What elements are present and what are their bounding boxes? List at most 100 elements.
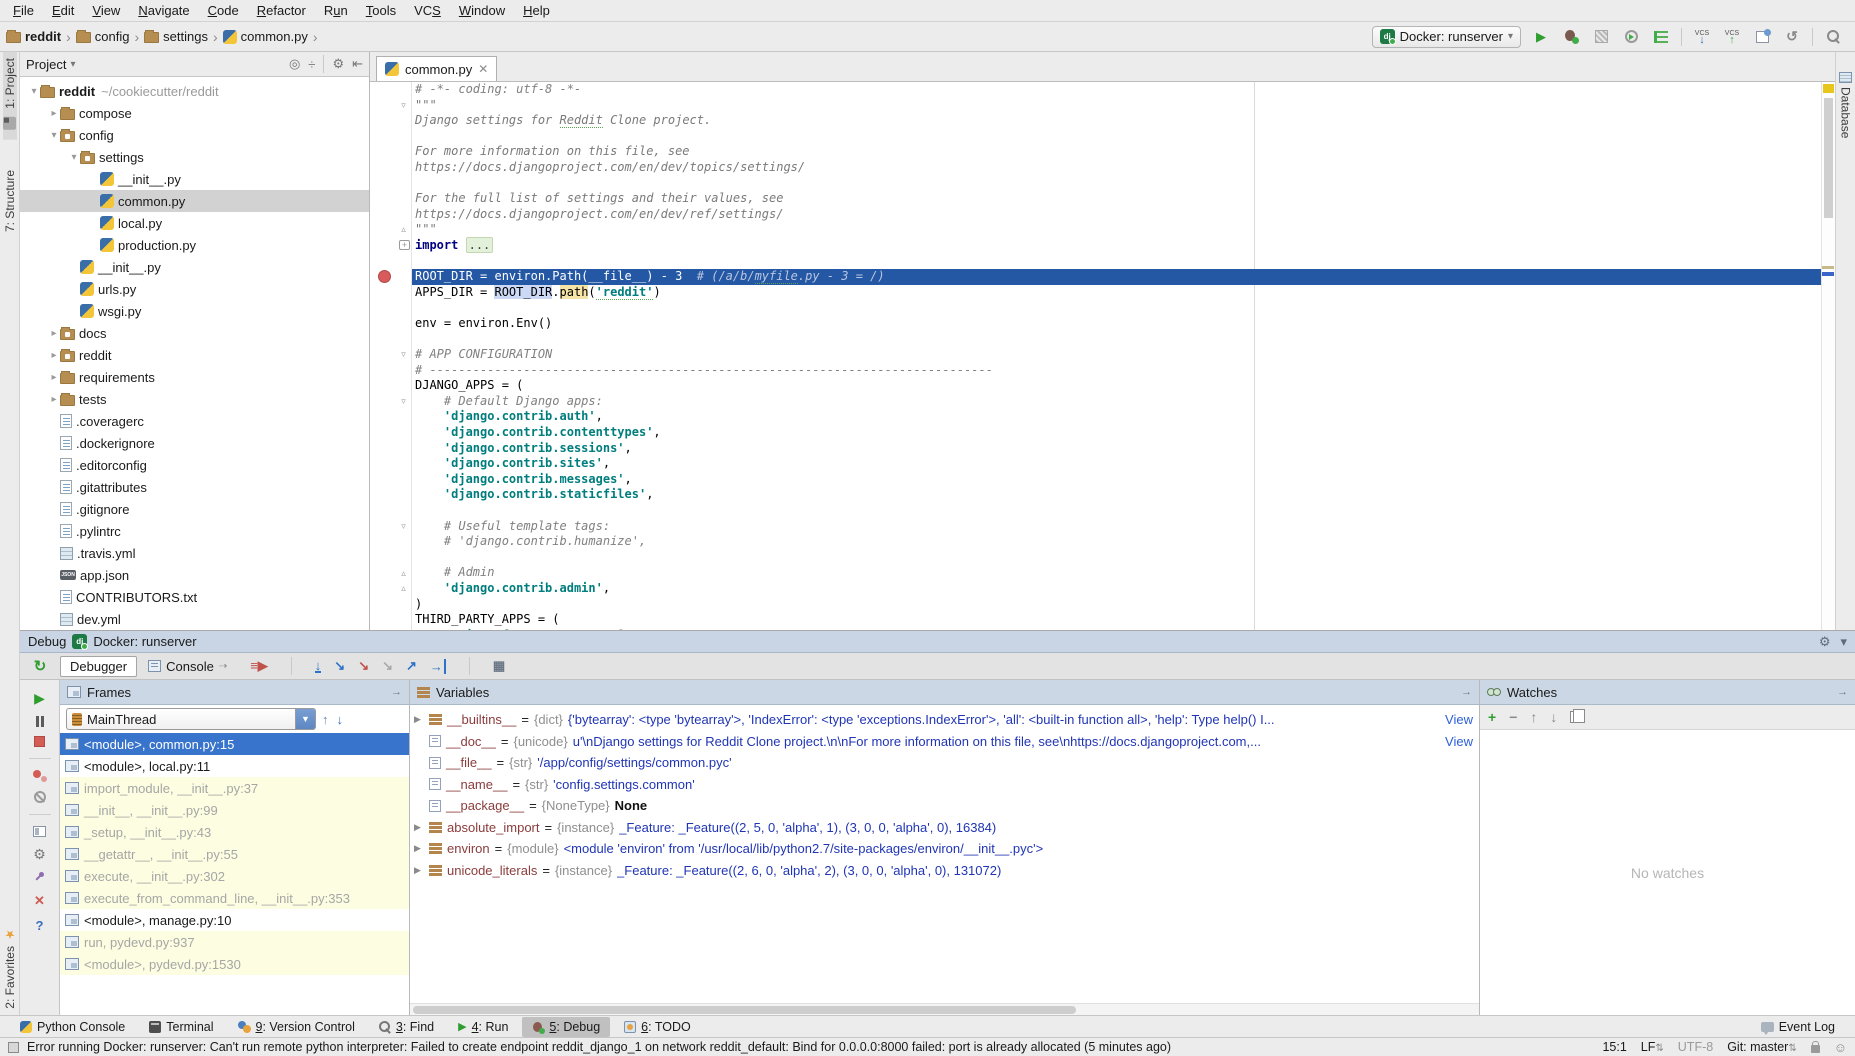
rerun-button[interactable]: ↻	[20, 657, 60, 675]
hide-panel-icon[interactable]: ⇤	[352, 56, 363, 72]
code-editor[interactable]: # -*- coding: utf-8 -*-"""Django setting…	[370, 82, 1835, 630]
tree-item-__init__-py[interactable]: __init__.py	[20, 168, 369, 190]
frame-row[interactable]: <module>, local.py:11	[60, 755, 409, 777]
view-link[interactable]: View	[1437, 712, 1473, 727]
menu-item-window[interactable]: Window	[450, 0, 514, 22]
tree-item-production-py[interactable]: production.py	[20, 234, 369, 256]
frame-row[interactable]: <module>, pydevd.py:1530	[60, 953, 409, 975]
tree-item-CONTRIBUTORS-txt[interactable]: CONTRIBUTORS.txt	[20, 586, 369, 608]
caret-position[interactable]: 15:1	[1602, 1040, 1626, 1054]
locate-file-icon[interactable]: ◎	[289, 56, 300, 72]
show-execution-point-icon[interactable]: ≡▶	[250, 658, 268, 674]
view-link[interactable]: View	[1437, 734, 1473, 749]
stripe-mark[interactable]	[1822, 266, 1834, 269]
view-breakpoints-button[interactable]	[33, 770, 47, 782]
sidebar-item-structure[interactable]: 7: Structure	[3, 164, 17, 238]
tree-item-requirements[interactable]: ▸requirements	[20, 366, 369, 388]
tree-item--pylintrc[interactable]: .pylintrc	[20, 520, 369, 542]
tab-4-run[interactable]: ▶4: Run	[448, 1017, 518, 1037]
variable-row[interactable]: __name__ = {str} 'config.settings.common…	[410, 774, 1479, 796]
inspector-icon[interactable]: ☺	[1834, 1040, 1847, 1055]
chevron-down-icon[interactable]: ▾	[28, 86, 40, 97]
tree-item-__init__-py[interactable]: __init__.py	[20, 256, 369, 278]
move-watch-up-button[interactable]: ↑	[1530, 709, 1537, 725]
analysis-status-icon[interactable]	[1823, 84, 1834, 93]
menu-item-code[interactable]: Code	[199, 0, 248, 22]
frame-row[interactable]: run, pydevd.py:937	[60, 931, 409, 953]
step-into-my-code-icon[interactable]: ↘	[358, 658, 369, 674]
sidebar-item-favorites[interactable]: 2: Favorites ★	[3, 922, 17, 1015]
menu-item-navigate[interactable]: Navigate	[129, 0, 198, 22]
line-ending-selector[interactable]: LF⇅	[1641, 1040, 1664, 1054]
breadcrumb-item-config[interactable]: config	[76, 29, 130, 44]
profiler-button[interactable]	[1621, 27, 1641, 47]
tree-item-common-py[interactable]: common.py	[20, 190, 369, 212]
tree-item-reddit[interactable]: ▸reddit	[20, 344, 369, 366]
remove-watch-button[interactable]: −	[1509, 709, 1517, 725]
run-to-cursor-icon[interactable]: →	[430, 659, 446, 674]
stop-button[interactable]	[34, 736, 45, 747]
tree-item--dockerignore[interactable]: .dockerignore	[20, 432, 369, 454]
menu-item-edit[interactable]: Edit	[43, 0, 83, 22]
variable-row[interactable]: ▶__builtins__ = {dict} {'bytearray': <ty…	[410, 709, 1479, 731]
coverage-button[interactable]	[1591, 27, 1611, 47]
evaluate-expression-icon[interactable]: ▦	[493, 658, 505, 674]
tree-item-compose[interactable]: ▸compose	[20, 102, 369, 124]
gear-icon[interactable]: ⚙	[332, 56, 344, 72]
fold-marker-icon[interactable]: ▵	[398, 568, 409, 579]
settings-button[interactable]: ⚙	[33, 846, 46, 863]
breadcrumb-item-settings[interactable]: settings	[144, 29, 208, 44]
tab-5-debug[interactable]: 5: Debug	[522, 1017, 610, 1037]
changes-button[interactable]	[1752, 27, 1772, 47]
frame-row[interactable]: _setup, __init__.py:43	[60, 821, 409, 843]
step-over-icon[interactable]: ↓	[315, 660, 322, 673]
tree-item--coveragerc[interactable]: .coveragerc	[20, 410, 369, 432]
variable-row[interactable]: ▶unicode_literals = {instance} _Feature:…	[410, 860, 1479, 882]
chevron-right-icon[interactable]: ▸	[48, 394, 60, 405]
chevron-down-icon[interactable]: ▾	[68, 152, 80, 163]
menu-item-view[interactable]: View	[83, 0, 129, 22]
tree-item--gitattributes[interactable]: .gitattributes	[20, 476, 369, 498]
tree-item-tests[interactable]: ▸tests	[20, 388, 369, 410]
fold-marker-icon[interactable]: ▵	[398, 583, 409, 594]
tree-item-local-py[interactable]: local.py	[20, 212, 369, 234]
editor-scrollbar[interactable]	[1824, 98, 1833, 218]
restore-layout-button[interactable]	[33, 826, 46, 837]
concurrency-button[interactable]	[1651, 27, 1671, 47]
expand-arrow-icon[interactable]: ▶	[414, 865, 424, 876]
mute-breakpoints-button[interactable]	[34, 791, 46, 803]
chevron-right-icon[interactable]: ▸	[48, 372, 60, 383]
tab-python-console[interactable]: Python Console	[10, 1017, 135, 1037]
editor-gutter[interactable]: ▿▵+▿▿▿▵▵	[370, 82, 412, 630]
fold-marker-icon[interactable]: ▿	[398, 349, 409, 360]
menu-item-run[interactable]: Run	[315, 0, 357, 22]
tab-debugger[interactable]: Debugger	[60, 656, 137, 677]
menu-item-help[interactable]: Help	[514, 0, 559, 22]
vcs-update-button[interactable]: VCS↓	[1692, 27, 1712, 47]
help-button[interactable]: ?	[36, 918, 44, 933]
close-button[interactable]: ✕	[34, 893, 45, 909]
variable-row[interactable]: __file__ = {str} '/app/config/settings/c…	[410, 752, 1479, 774]
expand-arrow-icon[interactable]: ▶	[414, 714, 424, 725]
menu-item-refactor[interactable]: Refactor	[248, 0, 315, 22]
tab-event-log[interactable]: Event Log	[1751, 1017, 1845, 1037]
tree-item-wsgi-py[interactable]: wsgi.py	[20, 300, 369, 322]
tree-item-config[interactable]: ▾config	[20, 124, 369, 146]
fold-marker-icon[interactable]: ▿	[398, 396, 409, 407]
tree-item-settings[interactable]: ▾settings	[20, 146, 369, 168]
float-mode-icon[interactable]: →	[391, 686, 402, 698]
search-everywhere-button[interactable]	[1823, 27, 1843, 47]
collapse-all-icon[interactable]: ÷	[308, 57, 315, 72]
project-view-selector[interactable]: Project ▾	[26, 57, 76, 72]
frame-row[interactable]: __getattr__, __init__.py:55	[60, 843, 409, 865]
tab-6-todo[interactable]: 6: TODO	[614, 1017, 701, 1037]
run-button[interactable]: ▶	[1531, 27, 1551, 47]
step-into-icon[interactable]: ↘	[334, 658, 345, 674]
breakpoint-icon[interactable]	[378, 270, 391, 283]
breadcrumb-item-reddit[interactable]: reddit	[6, 29, 61, 44]
tree-item--travis-yml[interactable]: .travis.yml	[20, 542, 369, 564]
breadcrumb-item-common-py[interactable]: common.py	[223, 29, 308, 44]
tool-window-toggle-icon[interactable]	[8, 1042, 19, 1053]
expand-arrow-icon[interactable]: ▶	[414, 843, 424, 854]
lock-icon[interactable]	[1811, 1045, 1820, 1053]
